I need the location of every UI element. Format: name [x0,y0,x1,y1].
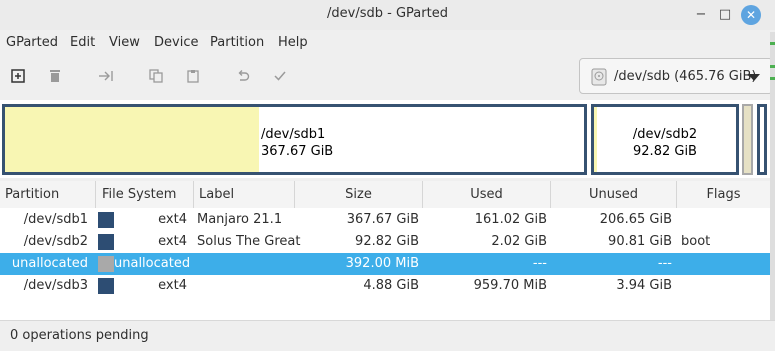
menu-view[interactable]: View [109,35,140,50]
column-used[interactable]: Used [423,181,551,208]
cell-partition: /dev/sdb1 [23,212,88,227]
minimize-button[interactable]: − [690,4,712,26]
cell-unused: 3.94 GiB [616,278,672,293]
cell-file-system: ext4 [158,212,187,227]
menu-bar: GParted Edit View Device Partition Help [0,30,775,56]
cell-partition: /dev/sdb3 [23,278,88,293]
cell-flags [681,275,771,297]
delete-icon[interactable] [45,66,65,86]
cell-used: 2.02 GiB [491,234,547,249]
menu-partition[interactable]: Partition [210,35,264,50]
new-partition-icon[interactable] [8,66,28,86]
table-row[interactable]: /dev/sdb3 ext4 4.88 GiB 959.70 MiB 3.94 GiB [0,275,770,297]
table-header: Partition File System Label Size Used Un… [0,181,775,209]
partition-block-name: /dev/sdb1 [261,127,326,142]
column-unused[interactable]: Unused [551,181,677,208]
cell-unused: 206.65 GiB [599,212,672,227]
cell-size: 367.67 GiB [346,212,419,227]
cell-partition: unallocated [11,256,88,271]
partition-block-size: 92.82 GiB [633,144,697,159]
cell-label [197,253,297,275]
used-space-bar [5,107,259,172]
cell-size: 392.00 MiB [345,256,419,271]
partition-block-sdb3[interactable] [757,104,767,175]
column-partition[interactable]: Partition [0,181,96,208]
cell-file-system: ext4 [158,278,187,293]
device-selector-label: /dev/sdb (465.76 GiB) [614,69,757,84]
cell-unused: 90.81 GiB [608,234,672,249]
chevron-down-icon [748,74,760,81]
file-system-color-swatch [98,234,114,250]
partition-block-size: 367.67 GiB [261,144,334,159]
cell-label: Manjaro 21.1 [197,212,283,227]
partition-block-sdb1[interactable]: /dev/sdb1 367.67 GiB [2,104,587,175]
menu-gparted[interactable]: GParted [6,35,58,50]
cell-size: 4.88 GiB [363,278,419,293]
title-bar: /dev/sdb - GParted − □ ✕ [0,0,775,30]
file-system-color-swatch [98,278,114,294]
cell-label [197,275,297,297]
device-selector[interactable]: /dev/sdb (465.76 GiB) [579,58,773,94]
table-row[interactable]: /dev/sdb1 ext4 Manjaro 21.1 367.67 GiB 161.0… [0,209,770,231]
column-size[interactable]: Size [295,181,423,208]
background-window-edge [770,32,775,332]
cell-label: Solus The Great [197,234,301,249]
partition-map: /dev/sdb1 367.67 GiB /dev/sdb2 92.82 GiB [0,100,775,178]
operations-pending-status: 0 operations pending [10,328,149,343]
table-row[interactable]: unallocated unallocated 392.00 MiB --- --- [0,253,770,275]
cell-partition: /dev/sdb2 [23,234,88,249]
window-title: /dev/sdb - GParted [327,6,448,21]
column-flags[interactable]: Flags [677,181,770,208]
partition-block-name: /dev/sdb2 [632,127,698,142]
cell-unused: --- [657,256,672,271]
file-system-color-swatch [98,256,114,272]
disk-icon [591,68,607,90]
table-row[interactable]: /dev/sdb2 ext4 Solus The Great 92.82 GiB 2.0… [0,231,770,253]
copy-icon[interactable] [146,66,166,86]
cell-size: 92.82 GiB [355,234,419,249]
cell-used: 959.70 MiB [473,278,547,293]
partition-block-sdb2[interactable]: /dev/sdb2 92.82 GiB [591,104,739,175]
resize-move-icon[interactable] [96,66,116,86]
cell-flags: boot [681,234,711,249]
status-bar: 0 operations pending [0,320,775,351]
unallocated-block[interactable] [742,104,753,175]
undo-icon[interactable] [233,66,253,86]
cell-used: --- [532,256,547,271]
cell-used: 161.02 GiB [474,212,547,227]
file-system-color-swatch [98,212,114,228]
paste-icon[interactable] [183,66,203,86]
menu-device[interactable]: Device [154,35,198,50]
column-file-system[interactable]: File System [96,181,194,208]
column-label[interactable]: Label [194,181,295,208]
cell-file-system: unallocated [114,256,191,271]
cell-file-system: ext4 [158,234,187,249]
cell-flags [681,253,771,275]
menu-edit[interactable]: Edit [70,35,95,50]
close-button[interactable]: ✕ [741,5,761,25]
maximize-button[interactable]: □ [714,4,736,26]
apply-icon[interactable] [270,66,290,86]
cell-flags [681,209,771,231]
menu-help[interactable]: Help [278,35,308,50]
